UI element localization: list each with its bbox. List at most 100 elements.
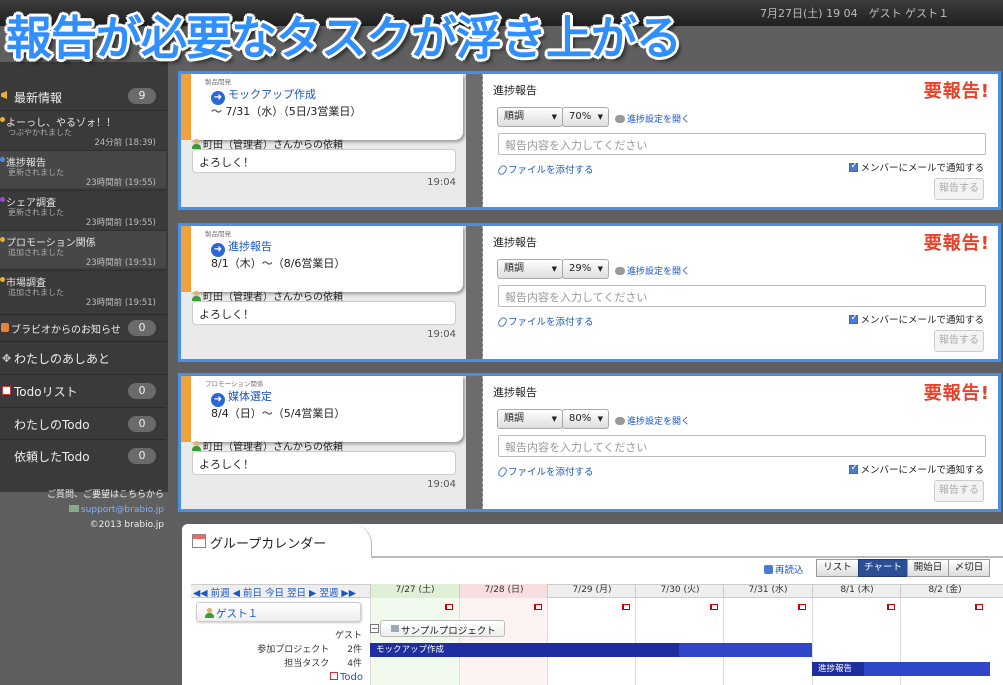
caret-down-icon: ▼ [597,415,603,423]
task-card-header: 製品開発 ➜ 進捗報告 8/1（木）～（8/6営業日） [191,226,463,292]
task-project: 製品開発 [205,78,231,86]
news-sub: 追加されました [8,248,64,257]
folder-icon [391,625,399,632]
view-start-button[interactable]: 開始日 [907,559,949,577]
percent-select[interactable]: 29% ▼ [562,259,609,279]
attach-file-link[interactable]: ファイルを添付する [496,314,594,329]
report-required-badge: 要報告! [923,81,990,102]
sidebar-item-todo[interactable]: Todoリスト 0 [0,374,166,406]
news-item[interactable]: プロモーション関係 追加されました 23時間前 (19:51) [0,230,166,268]
submit-report-button[interactable]: 報告する [934,480,984,502]
notify-members-checkbox[interactable]: メンバーにメールで通知する [849,160,984,174]
checkbox-checked-icon [849,313,859,324]
flag-icon[interactable] [622,604,630,610]
headline-caption: 報告が必要なタスクが浮き上がる [6,11,682,65]
row-divider [466,226,483,359]
news-item[interactable]: 市場調査 追加されました 23時間前 (19:51) [0,270,166,308]
assigned-tasks: 担当タスク 4件 [284,659,362,669]
sidebar-item-footprint[interactable]: ✥ わたしのあしあと [0,341,166,373]
request-message: よろしく！ [192,451,456,475]
my-todo-count-badge: 0 [128,416,156,432]
message-time: 19:04 [427,329,456,340]
project-label[interactable]: サンプルプロジェクト [380,620,505,637]
open-settings-link[interactable]: 進捗設定を開く [615,414,690,427]
news-dot-icon [0,237,5,242]
task-color-tab [181,376,191,442]
task-dates: ～ 7/31（水）（5日/3営業日） [211,105,362,118]
report-input[interactable]: 報告内容を入力してください [498,435,986,457]
gantt-bar-progress-report[interactable]: 進捗報告 [812,662,990,676]
day-header: 7/28 (日) [459,584,548,598]
news-time: 23時間前 (19:51) [85,298,156,308]
submit-report-button[interactable]: 報告する [934,178,984,200]
news-item[interactable]: シェア調査 更新されました 23時間前 (19:55) [0,190,166,228]
gantt-bar-mockup[interactable]: モックアップ作成 [370,643,812,657]
open-settings-link[interactable]: 進捗設定を開く [615,112,690,125]
caret-down-icon: ▼ [551,265,557,273]
status-select[interactable]: 順調 ▼ [497,259,563,279]
attach-file-link[interactable]: ファイルを添付する [496,464,594,479]
flag-icon[interactable] [887,604,895,610]
report-input[interactable]: 報告内容を入力してください [498,133,986,155]
report-input[interactable]: 報告内容を入力してください [498,285,986,307]
task-report-row: プロモーション関係 ➜ 媒体選定 8/4（日）～（5/4営業日） 町田（管理者）さ… [178,373,1001,512]
news-item[interactable]: 進捗報告 更新されました 23時間前 (19:55) [0,150,166,188]
open-settings-link[interactable]: 進捗設定を開く [615,264,690,277]
sidebar-item-notice[interactable]: ブラビオからのお知らせ 0 [0,314,166,340]
copyright: ©2013 brabio.jp [89,520,164,530]
task-color-tab [181,74,191,140]
percent-select[interactable]: 80% ▼ [562,409,609,429]
paperclip-icon [496,465,509,479]
footprint-icon: ✥ [2,352,12,365]
day-column [723,598,812,685]
person-icon [205,608,214,618]
calendar-tab[interactable]: グループカレンダー [182,524,352,558]
todo-icon [2,386,11,395]
support-email-link[interactable]: support@brabio.jp [81,505,164,515]
task-report-row: 製品開発 ➜ モックアップ作成 ～ 7/31（水）（5日/3営業日） 町田（管理者… [178,71,1001,210]
request-message: よろしく！ [192,149,456,173]
collapse-project-toggle[interactable]: − [370,624,379,633]
sidebar: 最新情報 9 よーっし、やるゾォ！！ つぶやかれました 24分前 (18:39) 進捗… [0,62,168,492]
sidebar-item-label: ブラビオからのお知らせ [11,325,121,336]
task-dates: 8/1（木）～（8/6営業日） [211,257,346,270]
message-time: 19:04 [427,479,456,490]
news-time: 23時間前 (19:55) [85,218,156,228]
flag-icon[interactable] [445,604,453,610]
flag-icon[interactable] [710,604,718,610]
notify-members-checkbox[interactable]: メンバーにメールで通知する [849,312,984,326]
todo-link[interactable]: Todo [330,672,363,683]
day-column [459,598,548,685]
percent-select[interactable]: 70% ▼ [562,107,609,127]
flag-icon[interactable] [534,604,542,610]
notify-members-checkbox[interactable]: メンバーにメールで通知する [849,462,984,476]
person-icon [192,441,201,451]
news-item[interactable]: よーっし、やるゾォ！！ つぶやかれました 24分前 (18:39) [0,110,166,148]
view-chart-button[interactable]: チャート [858,559,908,577]
person-icon [192,139,201,149]
calendar-nav[interactable]: ◀◀ 前週 ◀ 前日 今日 翌日 ▶ 翌週 ▶▶ [193,585,356,599]
progress-report-panel: 進捗報告 要報告! 順調 ▼ 70% ▼ 進捗設定を開く 報告内容を入力してください… [483,74,998,207]
sidebar-latest-header[interactable]: 最新情報 9 [0,82,166,110]
task-card: 製品開発 ➜ 進捗報告 8/1（木）～（8/6営業日） 町田（管理者）さんからの依… [181,226,466,359]
view-list-button[interactable]: リスト [816,559,859,577]
sidebar-item-my-todo[interactable]: わたしのTodo 0 [0,407,166,439]
checkbox-checked-icon [849,463,859,474]
task-project: 製品開発 [205,230,231,238]
guest-card[interactable]: ゲスト１ [196,602,361,622]
reload-icon [764,565,773,574]
flag-icon[interactable] [975,604,983,610]
day-header: 8/2 (金) [900,584,989,598]
sidebar-item-requested-todo[interactable]: 依頼したTodo 0 [0,439,166,471]
status-select[interactable]: 順調 ▼ [497,107,563,127]
flag-icon[interactable] [798,604,806,610]
attach-file-link[interactable]: ファイルを添付する [496,162,594,177]
sidebar-item-label: Todoリスト [14,385,78,399]
reload-link[interactable]: 再読込 [764,562,804,576]
status-select[interactable]: 順調 ▼ [497,409,563,429]
news-time: 24分前 (18:39) [94,138,156,148]
progress-report-panel: 進捗報告 要報告! 順調 ▼ 80% ▼ 進捗設定を開く 報告内容を入力してください… [483,376,998,509]
view-deadline-button[interactable]: 〆切日 [948,559,990,577]
submit-report-button[interactable]: 報告する [934,330,984,352]
news-dot-icon [0,197,5,202]
